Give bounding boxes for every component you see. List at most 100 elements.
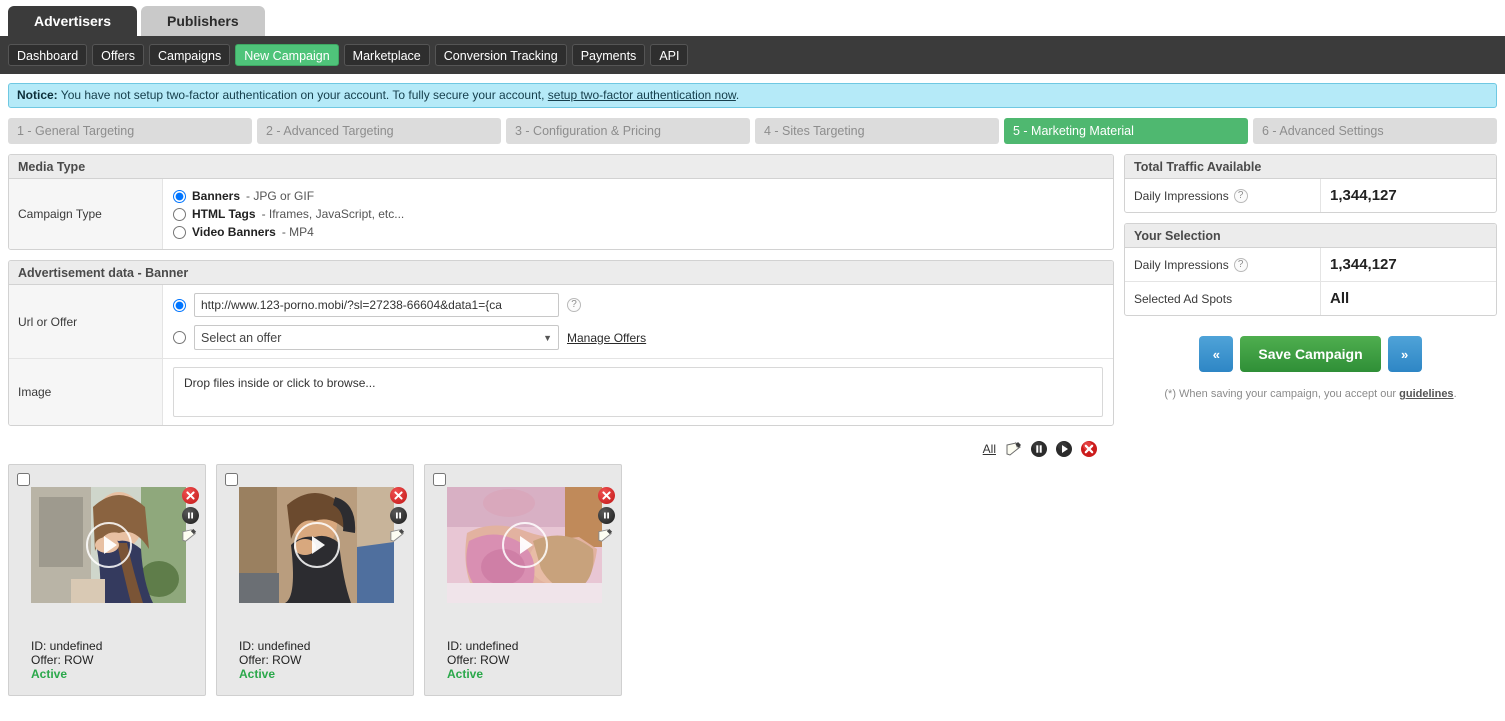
advertisement-data-panel: Advertisement data - Banner Url or Offer… bbox=[8, 260, 1114, 426]
edit-icon[interactable] bbox=[181, 527, 199, 545]
your-selection-ad-spots-text: Selected Ad Spots bbox=[1134, 291, 1233, 306]
delete-icon[interactable] bbox=[597, 487, 615, 504]
step-1-general-targeting[interactable]: 1 - General Targeting bbox=[8, 118, 252, 144]
guidelines-link[interactable]: guidelines bbox=[1399, 388, 1453, 400]
pause-icon[interactable] bbox=[181, 507, 199, 524]
banner-card-id: ID: undefined bbox=[447, 639, 519, 653]
status-badge: Active bbox=[239, 667, 276, 681]
play-overlay-icon[interactable] bbox=[293, 522, 340, 568]
total-traffic-daily-impressions-label: Daily Impressions ? bbox=[1125, 179, 1321, 212]
advertisement-data-panel-title: Advertisement data - Banner bbox=[9, 261, 1113, 285]
banner-card[interactable]: ID: undefined Offer: ROW Active bbox=[424, 464, 622, 696]
left-column: Media Type Campaign Type Banners - JPG o… bbox=[8, 154, 1114, 436]
play-icon[interactable] bbox=[1055, 440, 1073, 458]
pause-icon[interactable] bbox=[597, 507, 615, 524]
right-column: Total Traffic Available Daily Impression… bbox=[1124, 154, 1497, 400]
your-selection-panel: Your Selection Daily Impressions ? 1,344… bbox=[1124, 223, 1497, 316]
your-selection-daily-impressions-value: 1,344,127 bbox=[1330, 256, 1397, 273]
nav-item-offers[interactable]: Offers bbox=[92, 44, 144, 66]
option-html-tags-name: HTML Tags bbox=[192, 207, 256, 221]
guidelines-disclaimer: (*) When saving your campaign, you accep… bbox=[1124, 388, 1497, 400]
next-step-button[interactable]: » bbox=[1387, 336, 1422, 372]
radio-use-url[interactable] bbox=[173, 298, 186, 312]
status-badge: Active bbox=[31, 667, 68, 681]
play-overlay-icon[interactable] bbox=[501, 522, 548, 568]
banner-thumbnail[interactable] bbox=[31, 487, 186, 603]
your-selection-daily-impressions-text: Daily Impressions bbox=[1134, 257, 1229, 272]
banner-card[interactable]: ID: undefined Offer: ROW Active bbox=[216, 464, 414, 696]
step-4-sites-targeting[interactable]: 4 - Sites Targeting bbox=[755, 118, 999, 144]
option-banners[interactable]: Banners - JPG or GIF bbox=[173, 187, 1103, 205]
banner-thumbnail[interactable] bbox=[239, 487, 394, 603]
help-icon-url[interactable]: ? bbox=[567, 298, 581, 312]
step-3-configuration-pricing[interactable]: 3 - Configuration & Pricing bbox=[506, 118, 750, 144]
banner-thumbnail[interactable] bbox=[447, 487, 602, 603]
url-input[interactable] bbox=[194, 293, 559, 317]
notice-text: You have not setup two-factor authentica… bbox=[57, 88, 548, 102]
nav-item-api[interactable]: API bbox=[650, 44, 689, 66]
notice-suffix: . bbox=[735, 88, 740, 102]
save-campaign-button[interactable]: Save Campaign bbox=[1240, 336, 1381, 372]
total-traffic-daily-impressions-text: Daily Impressions bbox=[1134, 188, 1229, 203]
play-overlay-icon[interactable] bbox=[85, 522, 132, 568]
help-icon-total-daily-impressions[interactable]: ? bbox=[1233, 188, 1248, 203]
pause-icon[interactable] bbox=[389, 507, 407, 524]
radio-html-tags[interactable] bbox=[173, 207, 186, 221]
delete-icon[interactable] bbox=[389, 487, 407, 504]
banner-card[interactable]: ID: undefined Offer: ROW Active bbox=[8, 464, 206, 696]
edit-icon[interactable] bbox=[389, 527, 407, 545]
url-or-offer-body: ? Select an offer ▼ Manage Offers bbox=[163, 285, 1113, 358]
banner-card-offer: Offer: ROW bbox=[239, 653, 302, 667]
media-type-panel-title: Media Type bbox=[9, 155, 1113, 179]
status-badge: Active bbox=[447, 667, 484, 681]
edit-icon[interactable] bbox=[1005, 440, 1023, 458]
edit-icon[interactable] bbox=[597, 527, 615, 545]
url-or-offer-label: Url or Offer bbox=[9, 285, 163, 358]
banner-card-offer: Offer: ROW bbox=[31, 653, 94, 667]
previous-step-button[interactable]: « bbox=[1199, 336, 1234, 372]
wizard-steps: 1 - General Targeting 2 - Advanced Targe… bbox=[0, 108, 1505, 144]
media-type-panel: Media Type Campaign Type Banners - JPG o… bbox=[8, 154, 1114, 250]
banner-card-checkbox[interactable] bbox=[17, 473, 30, 486]
nav-item-campaigns[interactable]: Campaigns bbox=[148, 44, 231, 66]
step-6-advanced-settings[interactable]: 6 - Advanced Settings bbox=[1253, 118, 1497, 144]
nav-item-dashboard[interactable]: Dashboard bbox=[8, 44, 88, 66]
banner-card-checkbox[interactable] bbox=[225, 473, 238, 486]
two-factor-notice: Notice: You have not setup two-factor au… bbox=[8, 83, 1497, 108]
campaign-type-row: Campaign Type Banners - JPG or GIF HTML … bbox=[9, 179, 1113, 249]
radio-use-offer[interactable] bbox=[173, 331, 186, 344]
notice-container: Notice: You have not setup two-factor au… bbox=[0, 74, 1505, 108]
wizard-actions: « Save Campaign » bbox=[1124, 336, 1497, 372]
total-traffic-panel-title: Total Traffic Available bbox=[1125, 155, 1496, 179]
notice-link-setup-2fa[interactable]: setup two-factor authentication now bbox=[548, 88, 736, 102]
nav-item-payments[interactable]: Payments bbox=[571, 44, 646, 66]
delete-icon[interactable] bbox=[1080, 440, 1098, 458]
radio-video-banners[interactable] bbox=[173, 225, 186, 239]
option-video-banners[interactable]: Video Banners - MP4 bbox=[173, 223, 1103, 241]
banner-card-checkbox[interactable] bbox=[433, 473, 446, 486]
offer-select[interactable]: Select an offer ▼ bbox=[194, 325, 559, 350]
nav-item-marketplace[interactable]: Marketplace bbox=[343, 44, 430, 66]
nav-item-conversion-tracking[interactable]: Conversion Tracking bbox=[434, 44, 567, 66]
manage-offers-link[interactable]: Manage Offers bbox=[567, 331, 646, 345]
dropzone-text: Drop files inside or click to browse... bbox=[184, 376, 376, 390]
option-banners-name: Banners bbox=[192, 189, 241, 203]
step-5-marketing-material[interactable]: 5 - Marketing Material bbox=[1004, 118, 1248, 144]
tab-publishers[interactable]: Publishers bbox=[141, 6, 265, 36]
select-all-link[interactable]: All bbox=[983, 442, 996, 456]
help-icon-selection-daily-impressions[interactable]: ? bbox=[1233, 257, 1248, 272]
banner-card-id: ID: undefined bbox=[239, 639, 311, 653]
option-html-tags[interactable]: HTML Tags - Iframes, JavaScript, etc... bbox=[173, 205, 1103, 223]
step-2-advanced-targeting[interactable]: 2 - Advanced Targeting bbox=[257, 118, 501, 144]
nav-item-new-campaign[interactable]: New Campaign bbox=[235, 44, 339, 66]
pause-icon[interactable] bbox=[1030, 440, 1048, 458]
banner-card-meta: ID: undefined Offer: ROW Active bbox=[31, 639, 102, 681]
delete-icon[interactable] bbox=[181, 487, 199, 504]
offer-select-row: Select an offer ▼ Manage Offers bbox=[173, 325, 1103, 350]
option-video-banners-name: Video Banners bbox=[192, 225, 276, 239]
radio-banners[interactable] bbox=[173, 189, 186, 203]
banner-list-toolbar: All bbox=[0, 436, 1106, 464]
image-dropzone[interactable]: Drop files inside or click to browse... bbox=[173, 367, 1103, 417]
tab-advertisers[interactable]: Advertisers bbox=[8, 6, 138, 36]
image-label: Image bbox=[9, 359, 163, 425]
